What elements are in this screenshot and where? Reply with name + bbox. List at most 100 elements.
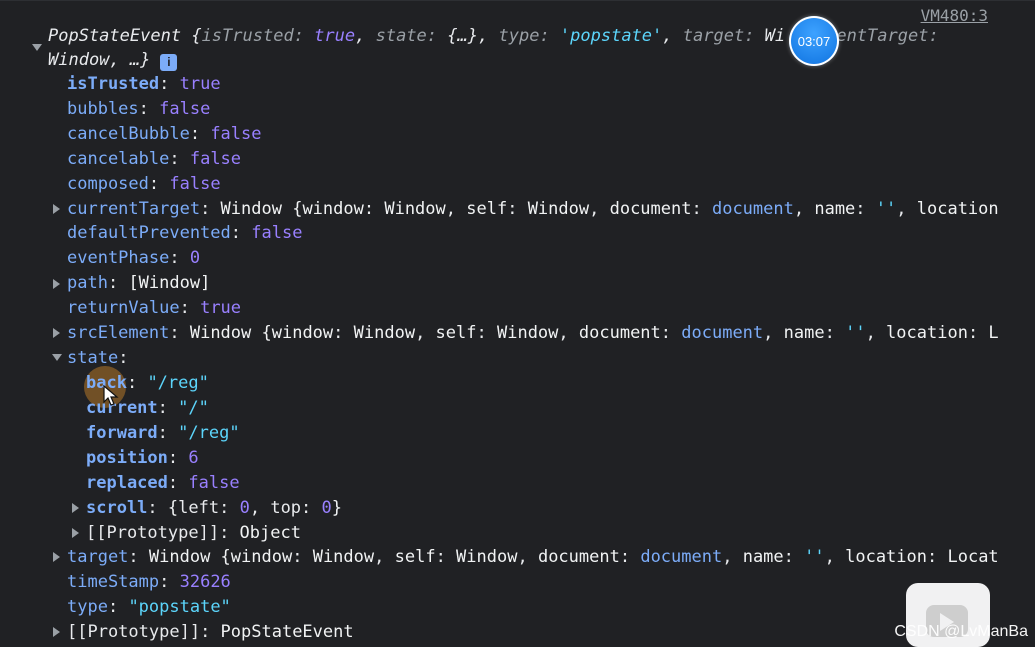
- field-key: location: [916, 199, 999, 219]
- state-value: 6: [188, 448, 199, 468]
- field-colon: :: [476, 323, 497, 343]
- mouse-pointer-icon: [103, 385, 119, 406]
- property-row-srcelement[interactable]: srcElement: Window {window: Window, self…: [67, 321, 1002, 346]
- property-colon: :: [179, 298, 201, 318]
- field-key: window: [230, 547, 293, 567]
- property-colon: :: [230, 223, 252, 243]
- state-key: current: [86, 398, 158, 418]
- property-key: type: [67, 597, 108, 617]
- scroll-prefix: {: [167, 498, 179, 518]
- field-comma: ,: [445, 199, 467, 219]
- property-row-prototype[interactable]: [[Prototype]]: PopStateEvent: [67, 620, 354, 645]
- field-colon: :: [363, 199, 385, 219]
- expand-arrow-icon[interactable]: [72, 528, 79, 538]
- state-colon: :: [219, 523, 240, 543]
- field-comma: ,: [793, 199, 815, 219]
- watermark-text: CSDN @LvManBa: [894, 623, 1028, 640]
- property-value: [Window]: [128, 273, 211, 293]
- state-row-prototype[interactable]: [[Prototype]]: Object: [86, 521, 301, 546]
- field-key: document: [609, 199, 692, 219]
- field-value: document: [711, 199, 794, 219]
- summary-comma: ,: [478, 26, 499, 46]
- expand-arrow-icon[interactable]: [53, 279, 60, 289]
- property-value: false: [189, 149, 242, 169]
- property-row-eventphase: eventPhase: 0: [67, 246, 200, 271]
- property-row-target[interactable]: target: Window {window: Window, self: Wi…: [67, 545, 1002, 570]
- state-key: position: [86, 448, 168, 468]
- field-key: name: [783, 323, 825, 343]
- property-key: bubbles: [67, 99, 139, 119]
- state-value: "/": [178, 398, 209, 418]
- field-value: Window: [496, 323, 559, 343]
- summary-key: isTrusted: [201, 26, 294, 46]
- state-value: Object: [239, 523, 301, 543]
- expand-arrow-icon[interactable]: [53, 328, 60, 338]
- field-value: Window: [527, 199, 590, 219]
- field-colon: :: [855, 199, 876, 219]
- recording-timer: 03:07: [789, 16, 839, 66]
- field-colon: :: [660, 323, 682, 343]
- state-value: "/reg": [147, 373, 209, 393]
- property-colon: :: [118, 348, 129, 368]
- property-colon: :: [107, 597, 129, 617]
- property-key: path: [67, 273, 108, 293]
- scroll-comma: ,: [249, 498, 271, 518]
- summary-value: {…}: [447, 26, 478, 46]
- property-row-returnvalue: returnValue: true: [67, 296, 241, 321]
- collapse-arrow-icon[interactable]: [52, 354, 62, 361]
- property-key: state: [67, 348, 119, 368]
- property-row-path[interactable]: path: [Window]: [67, 271, 210, 296]
- summary-sep: :: [293, 26, 315, 46]
- field-comma: ,: [517, 547, 538, 567]
- field-key: location: [845, 547, 927, 567]
- info-icon[interactable]: i: [160, 53, 178, 71]
- field-comma: ,: [589, 199, 610, 219]
- property-key: currentTarget: [67, 199, 201, 219]
- state-row-forward: forward: "/reg": [86, 421, 240, 446]
- property-key: defaultPrevented: [67, 223, 231, 243]
- state-colon: :: [157, 398, 179, 418]
- property-colon: :: [138, 99, 160, 119]
- field-comma: ,: [763, 323, 784, 343]
- field-value: '': [845, 323, 866, 343]
- field-key: self: [466, 199, 508, 219]
- property-value: false: [210, 124, 262, 144]
- property-value: false: [159, 99, 211, 119]
- field-colon: :: [619, 547, 641, 567]
- property-row-type: type: "popstate": [67, 595, 231, 620]
- field-comma: ,: [896, 199, 917, 219]
- property-row-istrusted: isTrusted: true: [67, 72, 221, 97]
- scroll-left-value: 0: [239, 498, 250, 518]
- event-summary[interactable]: PopStateEvent {isTrusted: true, state: {…: [48, 24, 1008, 72]
- field-key: self: [435, 323, 477, 343]
- field-colon: :: [507, 199, 528, 219]
- property-value: false: [169, 174, 221, 194]
- property-key: eventPhase: [67, 248, 170, 268]
- scroll-top-value: 0: [321, 498, 332, 518]
- property-row-defaultprevented: defaultPrevented: false: [67, 221, 302, 246]
- property-row-cancelbubble: cancelBubble: false: [67, 122, 262, 147]
- summary-prefix: {: [191, 26, 202, 46]
- field-key: name: [814, 199, 856, 219]
- expand-arrow-icon[interactable]: [53, 627, 60, 637]
- field-key: document: [537, 547, 620, 567]
- expand-arrow-icon[interactable]: [53, 552, 60, 562]
- summary-continuation: Window, …}: [48, 50, 151, 70]
- field-colon: :: [333, 323, 354, 343]
- property-colon: :: [169, 248, 190, 268]
- summary-sep: :: [426, 26, 448, 46]
- state-key: forward: [86, 423, 158, 443]
- field-key: document: [578, 323, 661, 343]
- scroll-suffix: }: [331, 498, 343, 518]
- property-key: timeStamp: [67, 572, 160, 592]
- field-key: window: [271, 323, 334, 343]
- expand-arrow-icon[interactable]: [72, 503, 79, 513]
- expand-arrow-icon[interactable]: [53, 204, 60, 214]
- expand-arrow-icon[interactable]: [32, 44, 42, 51]
- field-colon: :: [292, 547, 313, 567]
- property-row-currenttarget[interactable]: currentTarget: Window {window: Window, s…: [67, 197, 1002, 222]
- state-key: replaced: [86, 473, 168, 493]
- state-row-scroll[interactable]: scroll: {left: 0, top: 0}: [86, 496, 342, 521]
- source-link[interactable]: VM480:3: [921, 6, 988, 25]
- field-key: name: [742, 547, 784, 567]
